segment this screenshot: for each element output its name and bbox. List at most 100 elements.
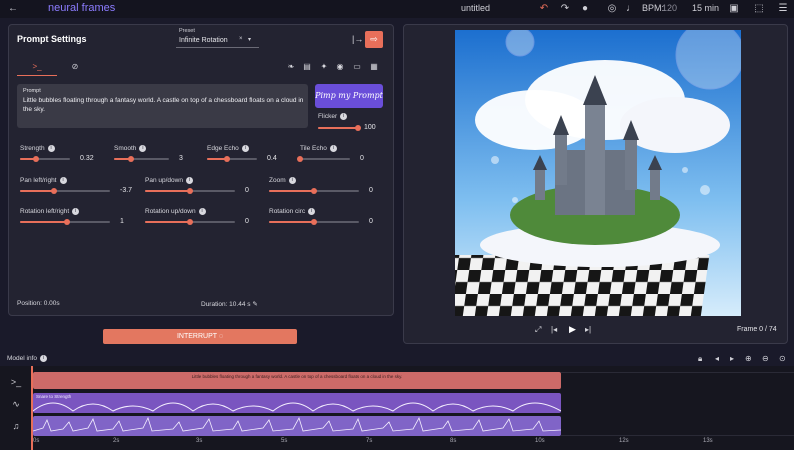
palette-icon[interactable]: ◎ <box>605 2 619 16</box>
info-icon[interactable]: i <box>47 145 55 152</box>
lock-icon[interactable]: 🔒︎ <box>698 354 702 364</box>
slider-value: 1 <box>120 218 124 225</box>
redo-icon[interactable]: ↷ <box>558 2 572 16</box>
slider-track[interactable] <box>297 156 350 162</box>
slider-track[interactable] <box>114 156 169 162</box>
info-icon[interactable]: i <box>139 145 147 152</box>
slider-track[interactable] <box>269 188 359 194</box>
slider-thumb[interactable] <box>63 219 70 225</box>
ruler-tick: 12s <box>619 438 629 444</box>
slider-track[interactable] <box>207 156 257 162</box>
slider-thumb[interactable] <box>224 156 230 162</box>
modulation-clip[interactable]: Snare to Strength <box>33 393 561 413</box>
folder-icon[interactable]: ▭ <box>352 62 362 72</box>
play-icon[interactable]: ▶ <box>569 324 576 335</box>
back-arrow-icon[interactable]: ← <box>6 2 20 16</box>
edit-icon[interactable]: ✎ <box>252 301 257 308</box>
slider-label: Tile Echo i <box>300 145 337 152</box>
ruler-tick: 10s <box>535 438 545 444</box>
skip-start-icon[interactable]: |◂ <box>551 325 557 334</box>
publish-icon[interactable]: ● <box>578 2 592 16</box>
slider-track[interactable] <box>145 188 235 194</box>
flicker-slider[interactable] <box>318 125 361 131</box>
zoom-in-icon[interactable]: ⊕ <box>745 354 752 363</box>
slider-track[interactable] <box>145 219 235 225</box>
ruler-tick: 0s <box>33 438 40 444</box>
slider-thumb[interactable] <box>311 188 317 194</box>
export-icon[interactable]: ⬚ <box>752 2 766 16</box>
slider-track[interactable] <box>269 219 359 225</box>
tab-negative-prompt[interactable]: ⊘ <box>67 62 83 76</box>
model-info-link[interactable]: Model info i <box>7 355 47 362</box>
slider-value: 0 <box>369 187 373 194</box>
audio-track-icon: ♫ <box>12 421 20 431</box>
next-icon[interactable]: ▸ <box>730 354 734 363</box>
magic-wand-icon[interactable]: ✦ <box>319 62 329 72</box>
slider-thumb[interactable] <box>187 188 193 194</box>
menu-icon[interactable]: ☰ <box>776 2 790 16</box>
duration-select[interactable]: 15 min <box>692 3 719 13</box>
prompt-textarea[interactable]: Prompt Little bubbles floating through a… <box>17 84 308 128</box>
preset-select[interactable]: Infinite Rotation × ▾ <box>176 35 259 48</box>
slider-thumb[interactable] <box>355 125 361 131</box>
chevron-down-icon[interactable]: ▾ <box>248 36 251 43</box>
info-icon: i <box>40 355 47 362</box>
info-icon[interactable]: i <box>72 208 80 215</box>
prompt-label: Prompt <box>23 88 41 94</box>
interrupt-button[interactable]: INTERRUPT ◌ <box>103 329 297 344</box>
flicker-value: 100 <box>364 124 376 131</box>
slider-thumb[interactable] <box>311 219 317 225</box>
save-icon[interactable]: ▣ <box>727 2 741 16</box>
modulation-curve <box>33 402 561 412</box>
slider-fill <box>20 190 55 192</box>
info-icon[interactable]: i <box>59 177 67 184</box>
palette-icon[interactable]: ◉ <box>335 62 345 72</box>
slider-track[interactable] <box>20 156 70 162</box>
brand-logo: neural frames <box>48 2 116 14</box>
preset-clear-icon[interactable]: × <box>239 36 243 42</box>
info-icon[interactable]: i <box>329 145 337 152</box>
bpm-input[interactable]: 120 <box>662 3 677 13</box>
slider-label: Rotation circ i <box>269 208 316 215</box>
slider-track[interactable] <box>20 219 110 225</box>
style-icon[interactable]: ❧ <box>286 62 296 72</box>
bpm-label: BPM: <box>642 3 665 13</box>
slider-thumb[interactable] <box>33 156 39 162</box>
prompt-track-icon: >_ <box>10 377 22 387</box>
info-icon[interactable]: i <box>308 208 316 215</box>
submit-arrow-button[interactable]: ⇨ <box>365 31 383 48</box>
info-icon[interactable]: i <box>198 208 206 215</box>
top-bar: ← neural frames untitled ↶ ↷ ● ◎ ♩ BPM: … <box>0 0 794 18</box>
metronome-icon[interactable]: ♩ <box>624 2 638 16</box>
slider-fill <box>145 190 190 192</box>
ruler-tick: 7s <box>366 438 373 444</box>
undo-icon[interactable]: ↶ <box>537 2 551 16</box>
info-icon[interactable]: i <box>241 145 249 152</box>
slider-thumb[interactable] <box>187 219 193 225</box>
prompt-text: Little bubbles floating through a fantas… <box>23 97 304 113</box>
tab-prompt[interactable]: >_ <box>17 62 57 76</box>
preset-label: Preset <box>179 28 195 34</box>
info-icon[interactable]: i <box>185 177 193 184</box>
ruler-tick: 3s <box>196 438 203 444</box>
fullscreen-icon[interactable]: ⤢ <box>535 325 541 335</box>
clipboard-icon[interactable]: ▤ <box>302 62 312 72</box>
slider-track[interactable] <box>20 188 110 194</box>
project-title[interactable]: untitled <box>461 3 490 13</box>
slider-thumb[interactable] <box>297 156 303 162</box>
slider-label: Pan left/right i <box>20 177 67 184</box>
info-icon[interactable]: i <box>288 177 296 184</box>
pimp-my-prompt-button[interactable]: Pimp my Prompt <box>315 84 383 108</box>
collapse-panel-icon[interactable]: |→ <box>352 34 363 44</box>
prompt-clip[interactable]: Little bubbles floating through a fantas… <box>33 372 561 389</box>
slider-value: 0 <box>245 218 249 225</box>
slider-thumb[interactable] <box>127 156 134 162</box>
prev-icon[interactable]: ◂ <box>715 354 719 363</box>
skip-end-icon[interactable]: ▸| <box>585 325 591 334</box>
zoom-fit-icon[interactable]: ⊙ <box>779 354 786 363</box>
gallery-icon[interactable]: ▦ <box>369 62 379 72</box>
slider-label: Smooth i <box>114 145 147 152</box>
audio-clip[interactable] <box>33 416 561 436</box>
position-readout: Position: 0.00s <box>17 300 60 307</box>
zoom-out-icon[interactable]: ⊖ <box>762 354 769 363</box>
